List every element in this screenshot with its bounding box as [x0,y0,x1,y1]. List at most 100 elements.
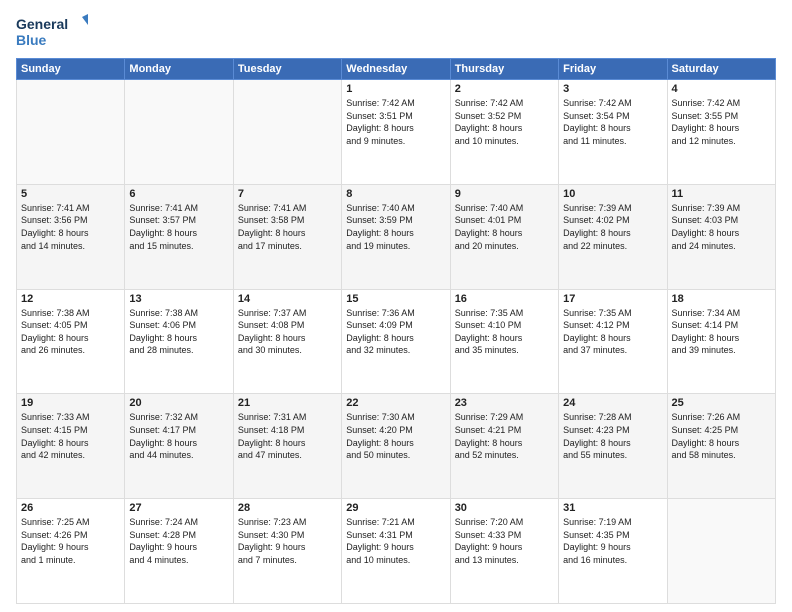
day-number: 14 [238,293,337,305]
calendar-cell: 17Sunrise: 7:35 AM Sunset: 4:12 PM Dayli… [559,289,667,394]
day-info: Sunrise: 7:23 AM Sunset: 4:30 PM Dayligh… [238,516,337,566]
day-info: Sunrise: 7:42 AM Sunset: 3:54 PM Dayligh… [563,97,662,147]
weekday-friday: Friday [559,59,667,80]
weekday-wednesday: Wednesday [342,59,450,80]
weekday-sunday: Sunday [17,59,125,80]
day-info: Sunrise: 7:42 AM Sunset: 3:51 PM Dayligh… [346,97,445,147]
week-row-2: 12 Sunrise: 7:38 AM Sunset: 4:05 PM Dayli… [17,289,776,394]
calendar-cell: 25 Sunrise: 7:26 AM Sunset: 4:25 PM Dayli… [667,394,775,499]
calendar-cell: 19 Sunrise: 7:33 AM Sunset: 4:15 PM Dayli… [17,394,125,499]
day-info: Sunrise: 7:26 AM Sunset: 4:25 PM Dayligh… [672,411,771,461]
day-number: 24 [563,397,662,409]
day-number: 27 [129,502,228,514]
day-number: 30 [455,502,554,514]
calendar-cell: 21 Sunrise: 7:31 AM Sunset: 4:18 PM Dayli… [233,394,341,499]
calendar-cell: 8 Sunrise: 7:40 AM Sunset: 3:59 PM Daylig… [342,184,450,289]
calendar-cell: 5 Sunrise: 7:41 AM Sunset: 3:56 PM Daylig… [17,184,125,289]
calendar-cell: 29Sunrise: 7:21 AM Sunset: 4:31 PM Dayli… [342,499,450,604]
day-number: 23 [455,397,554,409]
calendar-cell: 28 Sunrise: 7:23 AM Sunset: 4:30 PM Dayli… [233,499,341,604]
day-info: Sunrise: 7:41 AM Sunset: 3:56 PM Dayligh… [21,202,120,252]
day-number: 13 [129,293,228,305]
day-number: 15 [346,293,445,305]
svg-text:Blue: Blue [16,32,47,48]
week-row-3: 19 Sunrise: 7:33 AM Sunset: 4:15 PM Dayli… [17,394,776,499]
calendar-cell: 4 Sunrise: 7:42 AM Sunset: 3:55 PM Daylig… [667,80,775,185]
day-number: 12 [21,293,120,305]
day-info: Sunrise: 7:37 AM Sunset: 4:08 PM Dayligh… [238,307,337,357]
calendar-cell: 23Sunrise: 7:29 AM Sunset: 4:21 PM Dayli… [450,394,558,499]
calendar-cell: 15Sunrise: 7:36 AM Sunset: 4:09 PM Dayli… [342,289,450,394]
calendar-cell: 12 Sunrise: 7:38 AM Sunset: 4:05 PM Dayli… [17,289,125,394]
day-info: Sunrise: 7:41 AM Sunset: 3:58 PM Dayligh… [238,202,337,252]
day-info: Sunrise: 7:42 AM Sunset: 3:55 PM Dayligh… [672,97,771,147]
calendar-cell: 16Sunrise: 7:35 AM Sunset: 4:10 PM Dayli… [450,289,558,394]
weekday-header-row: SundayMondayTuesdayWednesdayThursdayFrid… [17,59,776,80]
day-info: Sunrise: 7:30 AM Sunset: 4:20 PM Dayligh… [346,411,445,461]
calendar-cell: 14 Sunrise: 7:37 AM Sunset: 4:08 PM Dayli… [233,289,341,394]
day-info: Sunrise: 7:28 AM Sunset: 4:23 PM Dayligh… [563,411,662,461]
week-row-1: 5 Sunrise: 7:41 AM Sunset: 3:56 PM Daylig… [17,184,776,289]
day-number: 19 [21,397,120,409]
week-row-0: 1 Sunrise: 7:42 AM Sunset: 3:51 PM Daylig… [17,80,776,185]
logo-svg: General Blue [16,12,88,50]
calendar-cell: 9 Sunrise: 7:40 AM Sunset: 4:01 PM Daylig… [450,184,558,289]
calendar-cell: 22 Sunrise: 7:30 AM Sunset: 4:20 PM Dayli… [342,394,450,499]
calendar-cell: 18 Sunrise: 7:34 AM Sunset: 4:14 PM Dayli… [667,289,775,394]
day-number: 3 [563,83,662,95]
calendar-cell [667,499,775,604]
svg-text:General: General [16,16,68,32]
day-number: 25 [672,397,771,409]
calendar-cell: 6 Sunrise: 7:41 AM Sunset: 3:57 PM Daylig… [125,184,233,289]
calendar-cell [233,80,341,185]
day-number: 21 [238,397,337,409]
day-info: Sunrise: 7:40 AM Sunset: 3:59 PM Dayligh… [346,202,445,252]
day-info: Sunrise: 7:19 AM Sunset: 4:35 PM Dayligh… [563,516,662,566]
day-number: 11 [672,188,771,200]
day-number: 16 [455,293,554,305]
calendar-cell: 30Sunrise: 7:20 AM Sunset: 4:33 PM Dayli… [450,499,558,604]
calendar-cell: 11 Sunrise: 7:39 AM Sunset: 4:03 PM Dayli… [667,184,775,289]
weekday-thursday: Thursday [450,59,558,80]
day-info: Sunrise: 7:33 AM Sunset: 4:15 PM Dayligh… [21,411,120,461]
day-info: Sunrise: 7:39 AM Sunset: 4:03 PM Dayligh… [672,202,771,252]
day-info: Sunrise: 7:38 AM Sunset: 4:05 PM Dayligh… [21,307,120,357]
day-info: Sunrise: 7:34 AM Sunset: 4:14 PM Dayligh… [672,307,771,357]
calendar-cell: 3 Sunrise: 7:42 AM Sunset: 3:54 PM Daylig… [559,80,667,185]
calendar-cell [17,80,125,185]
day-info: Sunrise: 7:40 AM Sunset: 4:01 PM Dayligh… [455,202,554,252]
weekday-tuesday: Tuesday [233,59,341,80]
calendar-cell: 27 Sunrise: 7:24 AM Sunset: 4:28 PM Dayli… [125,499,233,604]
weekday-saturday: Saturday [667,59,775,80]
calendar-table: SundayMondayTuesdayWednesdayThursdayFrid… [16,58,776,604]
calendar-cell [125,80,233,185]
page: General Blue SundayMondayTuesdayWednesda… [0,0,792,612]
calendar-cell: 13 Sunrise: 7:38 AM Sunset: 4:06 PM Dayli… [125,289,233,394]
day-info: Sunrise: 7:41 AM Sunset: 3:57 PM Dayligh… [129,202,228,252]
day-number: 8 [346,188,445,200]
day-info: Sunrise: 7:24 AM Sunset: 4:28 PM Dayligh… [129,516,228,566]
day-number: 6 [129,188,228,200]
day-number: 10 [563,188,662,200]
day-info: Sunrise: 7:39 AM Sunset: 4:02 PM Dayligh… [563,202,662,252]
day-info: Sunrise: 7:31 AM Sunset: 4:18 PM Dayligh… [238,411,337,461]
week-row-4: 26Sunrise: 7:25 AM Sunset: 4:26 PM Dayli… [17,499,776,604]
logo: General Blue [16,12,88,50]
day-number: 22 [346,397,445,409]
calendar-cell: 20Sunrise: 7:32 AM Sunset: 4:17 PM Dayli… [125,394,233,499]
day-number: 2 [455,83,554,95]
day-number: 4 [672,83,771,95]
day-number: 18 [672,293,771,305]
header: General Blue [16,12,776,50]
day-number: 9 [455,188,554,200]
day-number: 1 [346,83,445,95]
day-number: 28 [238,502,337,514]
day-info: Sunrise: 7:35 AM Sunset: 4:12 PM Dayligh… [563,307,662,357]
day-number: 5 [21,188,120,200]
day-info: Sunrise: 7:38 AM Sunset: 4:06 PM Dayligh… [129,307,228,357]
day-number: 31 [563,502,662,514]
calendar-cell: 26Sunrise: 7:25 AM Sunset: 4:26 PM Dayli… [17,499,125,604]
calendar-cell: 7 Sunrise: 7:41 AM Sunset: 3:58 PM Daylig… [233,184,341,289]
day-number: 7 [238,188,337,200]
weekday-monday: Monday [125,59,233,80]
